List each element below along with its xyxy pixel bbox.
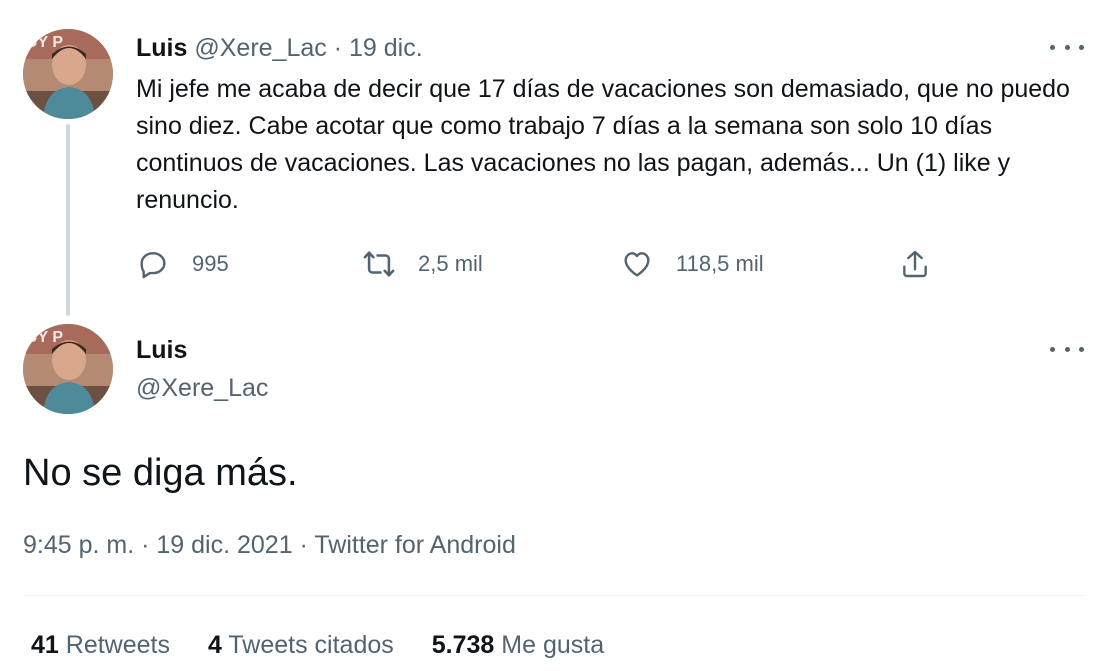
reply-icon (136, 247, 170, 281)
heart-icon (620, 247, 654, 281)
avatar[interactable]: UY P (23, 29, 113, 119)
author-name[interactable]: Luis (136, 334, 187, 366)
avatar[interactable]: UY P (23, 324, 113, 414)
like-count: 118,5 mil (676, 251, 764, 276)
tweet-header: Luis @Xere_Lac · 19 dic. (136, 32, 423, 64)
author-handle[interactable]: @Xere_Lac (136, 372, 268, 404)
more-icon[interactable] (1050, 343, 1084, 355)
quotes-label: Tweets citados (228, 631, 394, 659)
author-handle[interactable]: @Xere_Lac (194, 34, 326, 62)
like-button[interactable]: 118,5 mil (620, 244, 764, 284)
tweet-text: No se diga más. (23, 452, 298, 494)
likes-stat[interactable]: 5.738 Me gusta (432, 629, 604, 661)
tweet-date[interactable]: 19 dic. (349, 34, 423, 62)
tweet-stats: 41 Retweets 4 Tweets citados 5.738 Me gu… (31, 629, 642, 661)
reply-count: 995 (192, 251, 229, 276)
thread-line (66, 124, 70, 316)
author-name[interactable]: Luis (136, 34, 187, 62)
reply-button[interactable]: 995 (136, 244, 229, 284)
retweets-stat[interactable]: 41 Retweets (31, 629, 170, 661)
svg-text:UY P: UY P (26, 34, 63, 51)
tweet-text: Mi jefe me acaba de decir que 17 días de… (136, 75, 1070, 214)
retweet-count: 2,5 mil (418, 251, 483, 276)
likes-label: Me gusta (501, 631, 605, 659)
header-separator: · (333, 34, 343, 62)
share-button[interactable] (898, 244, 932, 284)
retweets-label: Retweets (65, 631, 170, 659)
quotes-count: 4 (207, 631, 222, 659)
divider (23, 595, 1085, 596)
retweet-icon (362, 247, 396, 281)
retweet-button[interactable]: 2,5 mil (362, 244, 483, 284)
share-icon (898, 247, 932, 281)
retweets-count: 41 (31, 631, 59, 659)
more-icon[interactable] (1050, 41, 1084, 53)
tweet-meta[interactable]: 9:45 p. m. · 19 dic. 2021 · Twitter for … (23, 529, 516, 561)
svg-text:UY P: UY P (26, 329, 63, 346)
quotes-stat[interactable]: 4 Tweets citados (208, 629, 394, 661)
likes-count: 5.738 (431, 631, 495, 659)
